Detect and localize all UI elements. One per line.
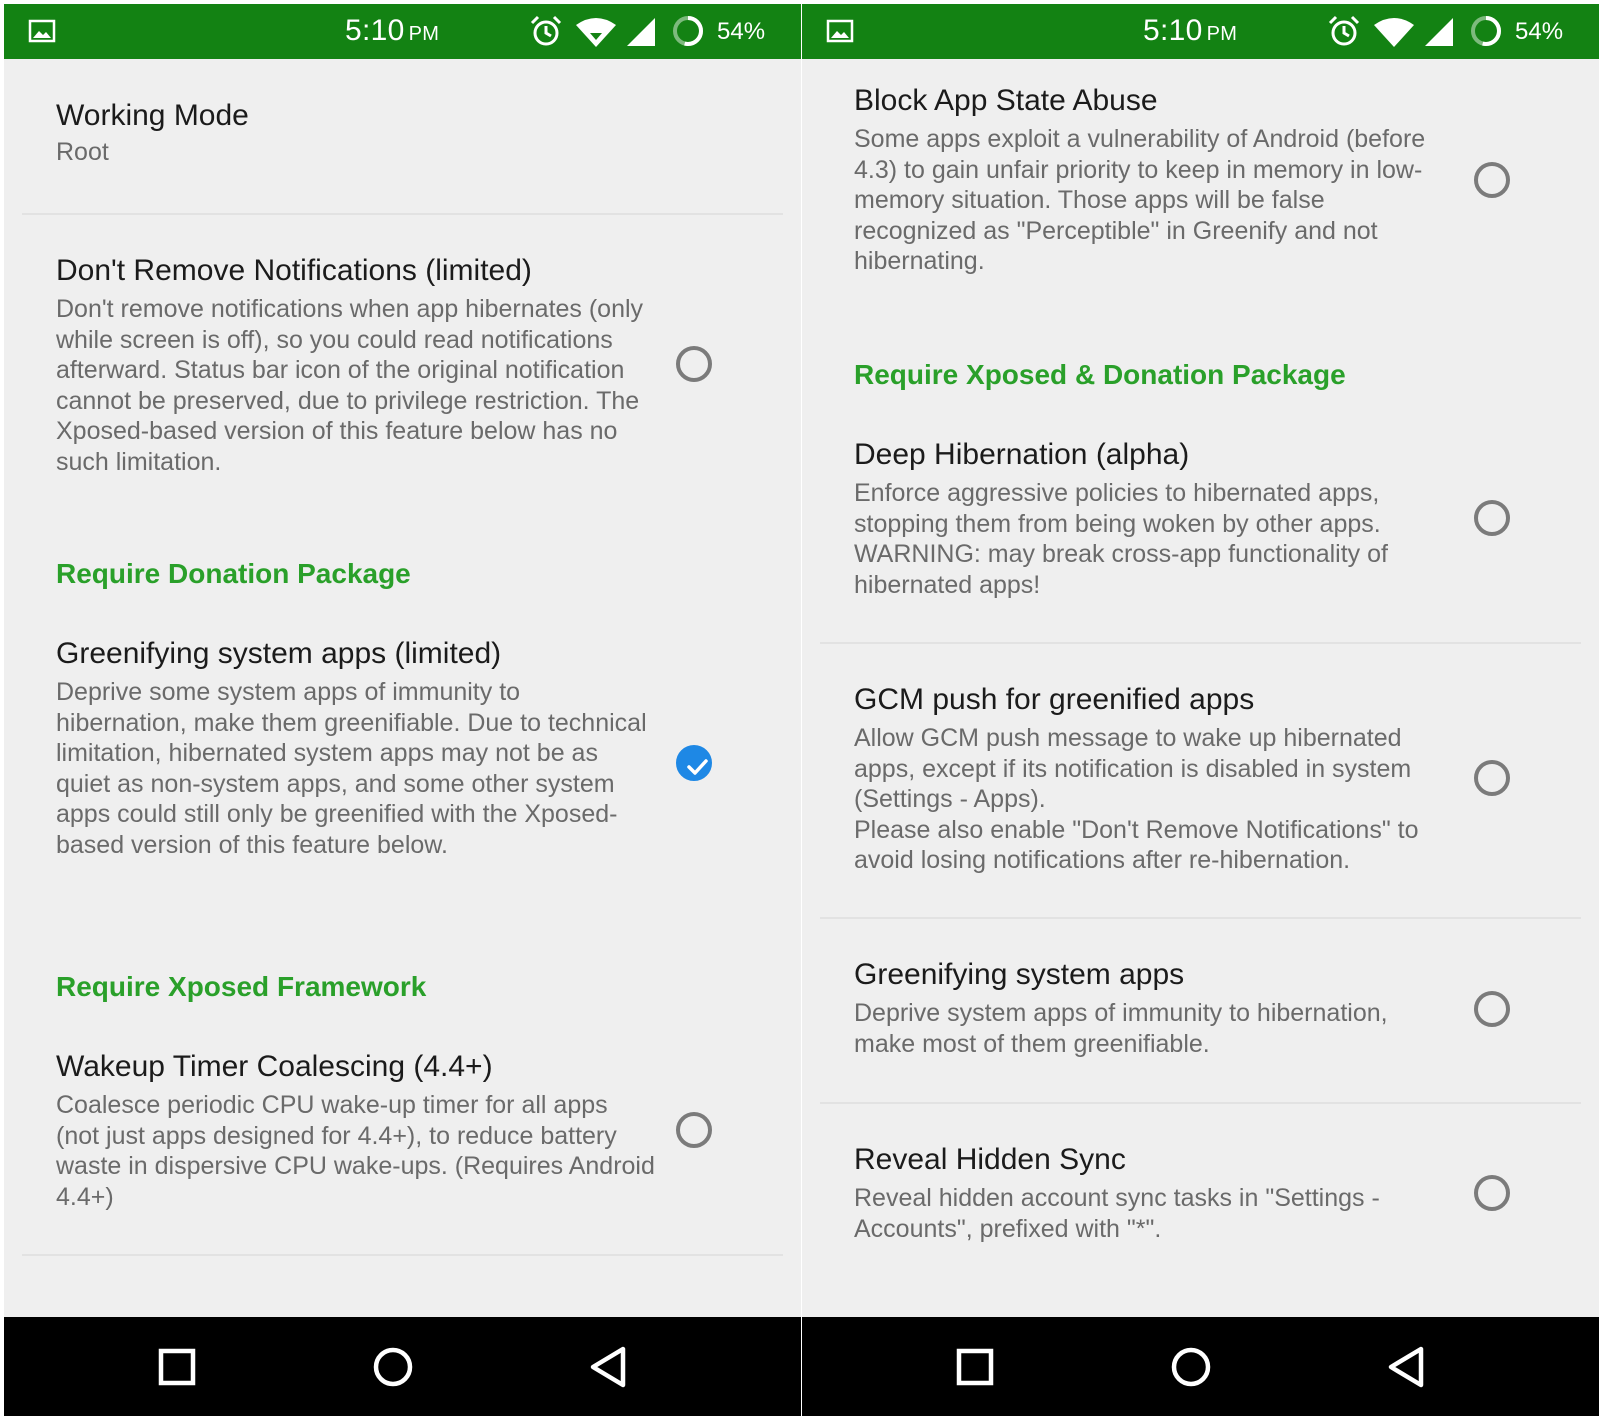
status-bar: 5:10 PM 54% [4, 4, 801, 59]
back-icon[interactable] [587, 1345, 631, 1389]
pref-title: Working Mode [56, 99, 249, 132]
wifi-icon [576, 18, 616, 47]
alarm-icon [1328, 15, 1360, 46]
battery-percent: 54% [1515, 18, 1564, 45]
pref-title: Deep Hibernation (alpha) [854, 438, 1190, 471]
deep-hibernation-toggle[interactable] [1474, 500, 1510, 536]
dont-remove-notifications-toggle[interactable] [676, 346, 712, 382]
pref-summary: Deprive some system apps of immunity to … [56, 678, 647, 859]
pref-value: Root [56, 138, 109, 166]
pref-summary: Deprive system apps of immunity to hiber… [854, 999, 1388, 1058]
pref-title: Wakeup Timer Coalescing (4.4+) [56, 1050, 493, 1083]
signal-icon [627, 18, 655, 46]
home-icon[interactable] [1169, 1345, 1213, 1389]
category-header: Require Xposed & Donation Package [854, 359, 1346, 390]
pref-title: GCM push for greenified apps [854, 683, 1255, 716]
alarm-icon [530, 15, 562, 46]
pref-wakeup-timer-coalescing[interactable]: Wakeup Timer Coalescing (4.4+) Coalesce … [56, 1048, 656, 1212]
image-icon [28, 19, 56, 43]
pref-dont-remove-notifications[interactable]: Don't Remove Notifications (limited) Don… [56, 252, 656, 477]
pref-reveal-hidden-sync[interactable]: Reveal Hidden Sync Reveal hidden account… [854, 1141, 1444, 1244]
pref-summary: Coalesce periodic CPU wake-up timer for … [56, 1091, 655, 1211]
back-icon[interactable] [1385, 1345, 1429, 1389]
status-time: 5:10 PM [345, 14, 440, 47]
pref-title: Greenifying system apps [854, 958, 1185, 991]
phone-screen-right: 5:10 PM 54% Block App State Abuse Some ap… [802, 4, 1599, 1416]
pref-greenify-system-limited[interactable]: Greenifying system apps (limited) Depriv… [56, 635, 656, 860]
settings-list[interactable]: Working Mode Root Don't Remove Notificat… [4, 59, 801, 1317]
settings-list[interactable]: Block App State Abuse Some apps exploit … [802, 59, 1599, 1317]
recents-icon[interactable] [953, 1345, 997, 1389]
pref-working-mode[interactable]: Working Mode Root [56, 97, 656, 168]
pref-deep-hibernation[interactable]: Deep Hibernation (alpha) Enforce aggress… [854, 436, 1444, 600]
pref-title: Block App State Abuse [854, 84, 1158, 117]
greenify-system-apps-toggle[interactable] [1474, 991, 1510, 1027]
pref-greenify-system-apps[interactable]: Greenifying system apps Deprive system a… [854, 956, 1444, 1059]
image-icon [826, 19, 854, 43]
battery-percent: 54% [717, 18, 766, 45]
pref-summary-note: Please also enable "Don't Remove Notific… [854, 815, 1419, 875]
divider [820, 917, 1581, 919]
pref-title: Don't Remove Notifications (limited) [56, 254, 532, 287]
pref-gcm-push[interactable]: GCM push for greenified apps Allow GCM p… [854, 681, 1444, 876]
reveal-hidden-sync-toggle[interactable] [1474, 1175, 1510, 1211]
pref-summary: Don't remove notifications when app hibe… [56, 295, 644, 476]
divider [22, 1254, 783, 1256]
recents-icon[interactable] [155, 1345, 199, 1389]
greenify-system-limited-toggle[interactable] [676, 745, 712, 781]
status-time: 5:10 PM [1143, 14, 1238, 47]
pref-title: Greenifying system apps (limited) [56, 637, 502, 670]
divider [820, 642, 1581, 644]
battery-icon [673, 16, 703, 46]
check-icon [687, 759, 708, 775]
wakeup-timer-toggle[interactable] [676, 1112, 712, 1148]
category-header: Require Donation Package [56, 558, 411, 589]
phone-screen-left: 5:10 PM 54% Working Mode Root Don't Remov… [4, 4, 801, 1416]
battery-icon [1471, 16, 1501, 46]
gcm-push-toggle[interactable] [1474, 760, 1510, 796]
divider [22, 213, 783, 215]
pref-summary: Reveal hidden account sync tasks in "Set… [854, 1184, 1380, 1243]
pref-summary: Enforce aggressive policies to hibernate… [854, 479, 1388, 599]
signal-icon [1425, 18, 1453, 46]
wifi-icon [1374, 18, 1414, 47]
block-app-state-toggle[interactable] [1474, 162, 1510, 198]
pref-summary: Allow GCM push message to wake up hibern… [854, 724, 1412, 813]
divider [820, 1102, 1581, 1104]
pref-summary: Some apps exploit a vulnerability of And… [854, 125, 1426, 275]
navigation-bar [4, 1317, 801, 1416]
status-bar: 5:10 PM 54% [802, 4, 1599, 59]
home-icon[interactable] [371, 1345, 415, 1389]
category-header: Require Xposed Framework [56, 971, 427, 1002]
navigation-bar [802, 1317, 1599, 1416]
pref-title: Reveal Hidden Sync [854, 1143, 1126, 1176]
pref-block-app-state-abuse[interactable]: Block App State Abuse Some apps exploit … [854, 82, 1444, 277]
